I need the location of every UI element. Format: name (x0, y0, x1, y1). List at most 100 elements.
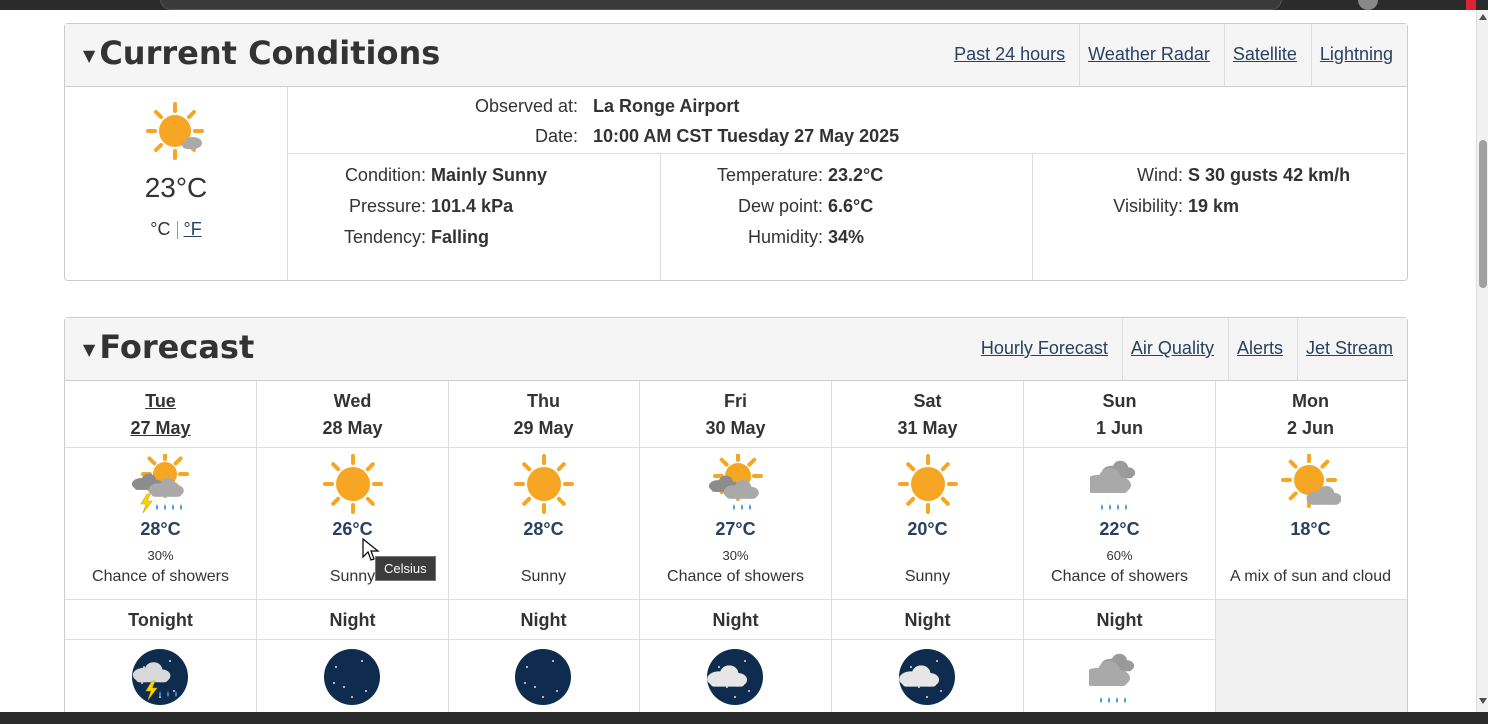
forecast-title[interactable]: ▼ Forecast (83, 328, 254, 366)
link-jet-stream[interactable]: Jet Stream (1296, 318, 1407, 380)
night-label: Night (329, 610, 376, 630)
link-alerts[interactable]: Alerts (1227, 318, 1297, 380)
day-temperature[interactable]: 26°C (257, 519, 448, 540)
day-pop: 30% (147, 548, 174, 563)
forecast-night-5: Night (1024, 600, 1216, 720)
forecast-day-sun: Sun 1 Jun 22°C 60% Chance of showers (1024, 381, 1216, 599)
day-pop: 60% (1106, 548, 1133, 563)
temperature-row: Temperature: 23.2°C (661, 165, 883, 186)
dew-point-row: Dew point: 6.6°C (661, 196, 873, 217)
unit-toggle: °C °F (65, 219, 287, 240)
forecast-header: ▼ Forecast Hourly Forecast Air Quality Al… (65, 318, 1407, 381)
night-label: Night (1096, 610, 1143, 630)
forecast-night-3: Night (640, 600, 832, 720)
day-name: Fri (723, 391, 747, 411)
day-date: 1 Jun (1095, 418, 1143, 438)
unit-fahrenheit-link[interactable]: °F (184, 219, 202, 239)
scroll-down-icon[interactable] (1479, 698, 1487, 704)
day-pop: 30% (722, 548, 749, 563)
visibility-value: 19 km (1188, 196, 1240, 216)
condition-row: Condition: Mainly Sunny (288, 165, 547, 186)
cloud-rain-icon (1083, 653, 1135, 703)
wind-value: S 30 gusts 42 km/h (1188, 165, 1351, 185)
profile-icon[interactable] (1358, 0, 1378, 10)
tendency-row: Tendency: Falling (288, 227, 489, 248)
caret-down-icon: ▼ (83, 45, 96, 65)
unit-celsius[interactable]: °C (144, 219, 176, 240)
forecast-night-0: Tonight (65, 600, 257, 720)
current-temperature: 23°C (144, 172, 208, 203)
day-date: 29 May (513, 418, 574, 438)
temperature-label: Temperature: (716, 165, 823, 185)
empty-night-cell (1216, 600, 1407, 720)
conditions-column-1: Condition: Mainly Sunny Pressure: 101.4 … (288, 154, 661, 280)
pressure-row: Pressure: 101.4 kPa (288, 196, 513, 217)
page-scrollbar[interactable] (1476, 10, 1488, 712)
night-icon-wrap (1083, 647, 1149, 714)
forecast-day-mon: Mon 2 Jun 18°C A mix of sun and cloud (1215, 381, 1406, 599)
conditions-column-3: Wind: S 30 gusts 42 km/h Visibility: 19 … (1033, 154, 1406, 280)
day-name: Thu (527, 391, 560, 411)
day-name: Sun (1102, 391, 1137, 411)
day-name: Mon (1292, 391, 1329, 411)
day-date: 30 May (705, 418, 766, 438)
observed-at-label: Observed at: (474, 96, 578, 116)
day-icon-wrap (131, 450, 191, 521)
address-bar[interactable] (160, 0, 1282, 10)
forecast-title-text: Forecast (99, 328, 255, 366)
current-conditions-title-text: Current Conditions (99, 34, 441, 72)
pressure-label: Pressure: (348, 196, 426, 216)
day-temperature[interactable]: 28°C (65, 519, 256, 540)
tendency-label: Tendency: (343, 227, 426, 247)
day-temperature[interactable]: 22°C (1024, 519, 1215, 540)
visibility-row: Visibility: 19 km (1033, 196, 1239, 217)
link-hourly-forecast[interactable]: Hourly Forecast (973, 318, 1122, 380)
forecast-night-1: Night (257, 600, 449, 720)
wind-row: Wind: S 30 gusts 42 km/h (1033, 165, 1350, 186)
observed-at-value: La Ronge Airport (593, 96, 740, 116)
sun-icon (514, 454, 574, 514)
date-label: Date: (534, 126, 578, 146)
taskbar (0, 712, 1488, 724)
scroll-up-icon[interactable] (1479, 14, 1487, 20)
current-conditions-header: ▼ Current Conditions Past 24 hours Weathe… (65, 24, 1407, 87)
night-icon-wrap (322, 647, 382, 714)
link-air-quality[interactable]: Air Quality (1121, 318, 1228, 380)
day-date[interactable]: 27 May (65, 418, 256, 439)
tooltip: Celsius (375, 556, 436, 581)
day-temperature[interactable]: 18°C (1215, 519, 1406, 540)
night-label: Night (904, 610, 951, 630)
sun-cloud-rain-icon (708, 451, 763, 510)
dew-point-value: 6.6°C (828, 196, 874, 216)
date-row: Date: 10:00 AM CST Tuesday 27 May 2025 (288, 126, 899, 147)
observed-at-row: Observed at: La Ronge Airport (288, 96, 739, 117)
day-condition: A mix of sun and cloud (1230, 568, 1391, 585)
day-condition: Chance of showers (667, 568, 804, 585)
current-summary: 23°C °C °F (65, 87, 288, 280)
day-temperature[interactable]: 20°C (832, 519, 1023, 540)
sun-small-cloud-icon (146, 102, 204, 160)
day-temperature[interactable]: 27°C (640, 519, 831, 540)
date-value: 10:00 AM CST Tuesday 27 May 2025 (593, 126, 900, 146)
window-control-icon[interactable] (1466, 0, 1476, 10)
link-satellite[interactable]: Satellite (1223, 24, 1311, 86)
link-weather-radar[interactable]: Weather Radar (1079, 24, 1224, 86)
sun-cloud-icon (1281, 452, 1342, 508)
day-icon-wrap (323, 454, 383, 521)
link-past-24-hours[interactable]: Past 24 hours (946, 24, 1079, 86)
caret-down-icon: ▼ (83, 339, 96, 359)
day-name[interactable]: Tue (65, 391, 256, 412)
day-condition: Chance of showers (1051, 568, 1188, 585)
forecast-night-2: Night (448, 600, 640, 720)
forecast-day-thu: Thu 29 May 28°C Sunny (448, 381, 640, 599)
scrollbar-thumb[interactable] (1479, 140, 1487, 288)
night-label: Tonight (128, 610, 193, 630)
condition-value: Mainly Sunny (431, 165, 548, 185)
day-date: 31 May (897, 418, 958, 438)
day-temperature[interactable]: 28°C (448, 519, 639, 540)
mouse-cursor-icon (362, 538, 380, 561)
link-lightning[interactable]: Lightning (1310, 24, 1407, 86)
current-conditions-title[interactable]: ▼ Current Conditions (83, 34, 440, 72)
forecast-day-sat: Sat 31 May 20°C Sunny (832, 381, 1024, 599)
observation-info: Observed at: La Ronge Airport Date: 10:0… (288, 87, 1406, 154)
